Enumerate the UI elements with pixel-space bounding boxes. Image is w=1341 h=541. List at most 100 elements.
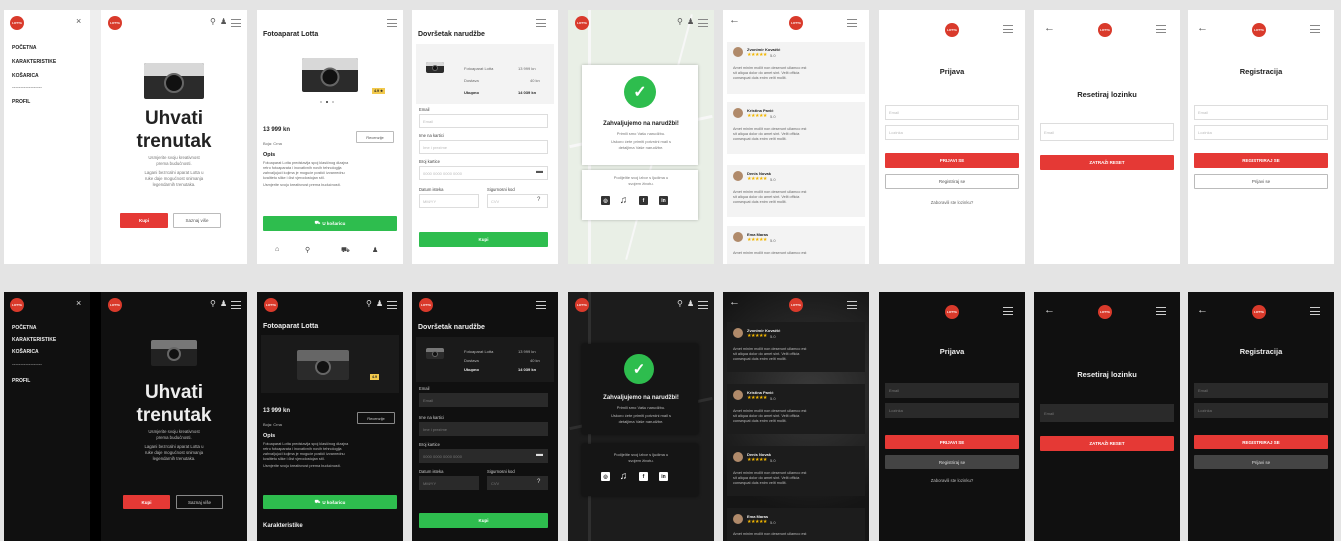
request-reset-button[interactable]: ZATRAŽI RESET — [1040, 155, 1174, 170]
twitter-icon[interactable]: ♫ — [619, 471, 628, 482]
nav-cart-icon[interactable]: ⛟ — [341, 246, 350, 255]
back-arrow-icon[interactable]: ← — [1197, 23, 1208, 34]
hamburger-icon[interactable] — [387, 301, 397, 309]
password-input[interactable]: Lozinka — [1194, 125, 1328, 140]
logo[interactable]: LOTTA — [575, 16, 589, 30]
hamburger-icon[interactable] — [536, 301, 546, 309]
nav-search-icon[interactable]: ⚲ — [305, 246, 310, 254]
back-arrow-icon[interactable]: ← — [1044, 305, 1055, 316]
twitter-icon[interactable]: ♫ — [619, 195, 628, 206]
email-input[interactable]: Email — [419, 393, 548, 407]
user-icon[interactable]: ♟ — [687, 18, 694, 26]
menu-item-karakteristike[interactable]: KARAKTERISTIKE — [12, 337, 56, 343]
email-input[interactable]: Email — [1194, 383, 1328, 398]
hamburger-icon[interactable] — [1310, 25, 1320, 33]
logo[interactable]: LOTTA — [10, 16, 24, 30]
logo[interactable]: LOTTA — [945, 305, 959, 319]
add-to-cart-button[interactable]: ⛟ U košaricu — [263, 216, 397, 231]
logo[interactable]: LOTTA — [789, 298, 803, 312]
checkout-buy-button[interactable]: Kupi — [419, 232, 548, 247]
menu-item-pocetna[interactable]: POČETNA — [12, 325, 36, 331]
buy-button[interactable]: Kupi — [123, 495, 170, 509]
password-input[interactable]: Lozinka — [1194, 403, 1328, 418]
instagram-icon[interactable]: ◎ — [601, 472, 610, 481]
linkedin-icon[interactable]: in — [659, 196, 668, 205]
register-button[interactable]: Registriraj se — [885, 455, 1019, 469]
forgot-password-link[interactable]: Zaboravili ste lozinku? — [879, 200, 1025, 206]
user-icon[interactable]: ♟ — [220, 300, 227, 308]
back-arrow-icon[interactable]: ← — [729, 15, 740, 26]
forgot-password-link[interactable]: Zaboravili ste lozinku? — [879, 478, 1025, 484]
hamburger-icon[interactable] — [1310, 307, 1320, 315]
nav-user-icon[interactable]: ♟ — [372, 246, 378, 254]
hamburger-icon[interactable] — [847, 19, 857, 27]
search-icon[interactable]: ⚲ — [210, 300, 216, 308]
logo[interactable]: LOTTA — [1252, 305, 1266, 319]
request-reset-button[interactable]: ZATRAŽI RESET — [1040, 436, 1174, 451]
linkedin-icon[interactable]: in — [659, 472, 668, 481]
close-icon[interactable]: × — [76, 17, 81, 26]
hamburger-icon[interactable] — [231, 19, 241, 27]
register-button[interactable]: REGISTRIRAJ SE — [1194, 435, 1328, 449]
menu-item-profil[interactable]: PROFIL — [12, 378, 30, 384]
card-number-input[interactable]: 0000 0000 0000 0000 — [419, 166, 548, 180]
learn-more-button[interactable]: Saznaj više — [173, 213, 221, 228]
register-button[interactable]: REGISTRIRAJ SE — [1194, 153, 1328, 168]
help-icon[interactable]: ? — [537, 478, 540, 486]
email-input[interactable]: Email — [1194, 105, 1328, 120]
user-icon[interactable]: ♟ — [687, 300, 694, 308]
search-icon[interactable]: ⚲ — [677, 300, 683, 308]
buy-button[interactable]: Kupi — [120, 213, 168, 228]
logo[interactable]: LOTTA — [789, 16, 803, 30]
card-name-input[interactable]: Ime i prezime — [419, 140, 548, 154]
logo[interactable]: LOTTA — [945, 23, 959, 37]
register-button[interactable]: Registriraj se — [885, 174, 1019, 189]
search-icon[interactable]: ⚲ — [677, 18, 683, 26]
hamburger-icon[interactable] — [698, 19, 708, 27]
checkout-buy-button[interactable]: Kupi — [419, 513, 548, 528]
close-icon[interactable]: × — [76, 299, 81, 308]
password-input[interactable]: Lozinka — [885, 125, 1019, 140]
expiry-input[interactable]: MM/YY — [419, 476, 479, 490]
login-button[interactable]: PRIJAVI SE — [885, 435, 1019, 449]
email-input[interactable]: Email — [1040, 123, 1174, 141]
logo[interactable]: LOTTA — [10, 298, 24, 312]
image-pager-dots[interactable] — [320, 101, 340, 103]
logo[interactable]: LOTTA — [1252, 23, 1266, 37]
email-input[interactable]: Email — [885, 383, 1019, 398]
back-arrow-icon[interactable]: ← — [729, 297, 740, 308]
logo[interactable]: LOTTA — [264, 298, 278, 312]
card-number-input[interactable]: 0000 0000 0000 0000 — [419, 449, 548, 463]
menu-item-karakteristike[interactable]: KARAKTERISTIKE — [12, 59, 56, 65]
help-icon[interactable]: ? — [537, 196, 540, 204]
hamburger-icon[interactable] — [1003, 25, 1013, 33]
hamburger-icon[interactable] — [387, 19, 397, 27]
facebook-icon[interactable]: f — [639, 196, 648, 205]
back-arrow-icon[interactable]: ← — [1044, 23, 1055, 34]
expiry-input[interactable]: MM/YY — [419, 194, 479, 208]
search-icon[interactable]: ⚲ — [366, 300, 372, 308]
logo[interactable]: LOTTA — [108, 298, 122, 312]
card-name-input[interactable]: Ime i prezime — [419, 422, 548, 436]
hamburger-icon[interactable] — [231, 301, 241, 309]
logo[interactable]: LOTTA — [1098, 305, 1112, 319]
logo[interactable]: LOTTA — [1098, 23, 1112, 37]
hamburger-icon[interactable] — [698, 301, 708, 309]
hamburger-icon[interactable] — [1003, 307, 1013, 315]
instagram-icon[interactable]: ◎ — [601, 196, 610, 205]
email-input[interactable]: Email — [1040, 404, 1174, 422]
search-icon[interactable]: ⚲ — [210, 18, 216, 26]
nav-home-icon[interactable]: ⌂ — [275, 246, 279, 253]
hamburger-icon[interactable] — [1156, 25, 1166, 33]
back-arrow-icon[interactable]: ← — [1197, 305, 1208, 316]
menu-item-profil[interactable]: PROFIL — [12, 99, 30, 105]
login-button[interactable]: PRIJAVI SE — [885, 153, 1019, 168]
add-to-cart-button[interactable]: ⛟ U košaricu — [263, 495, 397, 509]
menu-item-kosarica[interactable]: KOŠARICA — [12, 349, 39, 355]
logo[interactable]: LOTTA — [419, 298, 433, 312]
user-icon[interactable]: ♟ — [376, 300, 383, 308]
learn-more-button[interactable]: Saznaj više — [176, 495, 223, 509]
logo[interactable]: LOTTA — [575, 298, 589, 312]
user-icon[interactable]: ♟ — [220, 18, 227, 26]
reviews-button[interactable]: Recenzije — [356, 131, 394, 143]
